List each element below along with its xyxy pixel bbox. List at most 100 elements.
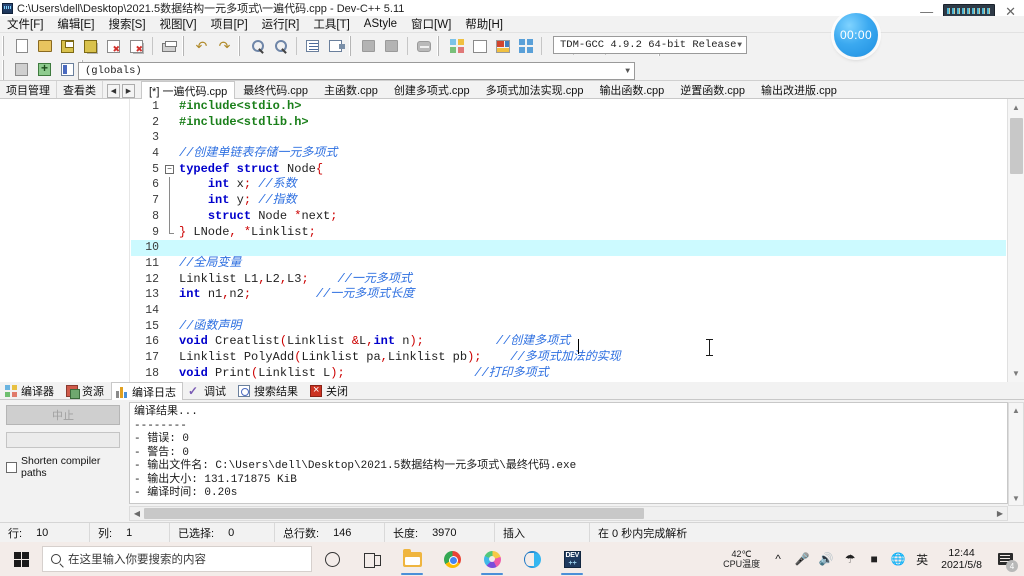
bookmark-button[interactable] [325,36,346,57]
scroll-left-icon[interactable]: ◀ [130,507,144,520]
taskbar-search-input[interactable]: 在这里输入你要搜索的内容 [42,546,312,572]
fold-column[interactable]: − [163,162,175,178]
battery-icon[interactable]: ■ [863,542,885,576]
menu-project[interactable]: 项目[P] [204,16,255,32]
scroll-down-icon[interactable]: ▼ [1008,365,1024,382]
menu-window[interactable]: 窗口[W] [404,16,458,32]
scrollbar-thumb[interactable] [1009,118,1023,174]
editor-tab-0[interactable]: [*] 一遍代码.cpp [141,81,236,99]
toolbar-grip[interactable] [2,36,8,56]
editor-tab-6[interactable]: 逆置函数.cpp [672,81,753,98]
edge-button[interactable] [512,542,552,576]
cortana-button[interactable] [312,542,352,576]
task-view-button[interactable] [352,542,392,576]
close-all-button[interactable] [126,36,147,57]
class-browser-select[interactable]: (globals) ▼ [78,62,635,80]
code-line[interactable]: 4 //创建单链表存储一元多项式 [131,146,1006,162]
compile-log-output[interactable]: 编译结果... -------- - 错误: 0 - 警告: 0 - 输出文件名… [129,402,1008,504]
fold-column[interactable] [163,193,175,209]
menu-astyle[interactable]: AStyle [357,18,404,30]
scroll-down-icon[interactable]: ▼ [1009,491,1023,505]
editor-tab-4[interactable]: 多项式加法实现.cpp [478,81,592,98]
start-button[interactable] [0,542,42,576]
log-vertical-scrollbar[interactable]: ▲ ▼ [1008,402,1024,506]
compiler-select[interactable]: TDM-GCC 4.9.2 64-bit Release ▼ [553,36,747,54]
toolbar-grip[interactable] [349,36,355,56]
rebuild-all-button[interactable] [515,36,536,57]
fold-column[interactable] [163,287,175,303]
volume-icon[interactable]: 🔊 [815,542,837,576]
save-all-button[interactable] [80,36,101,57]
log-horizontal-scrollbar[interactable]: ◀ ▶ [129,506,1008,521]
fold-column[interactable] [163,334,175,350]
microphone-icon[interactable]: 🎤 [791,542,813,576]
notification-center-button[interactable]: 4 [990,542,1020,576]
compile-and-run-button[interactable] [492,36,513,57]
editor-tab-2[interactable]: 主函数.cpp [316,81,386,98]
new-project-button[interactable] [11,59,32,80]
code-line[interactable]: 16 void Creatlist(Linklist &L,int n); //创… [131,334,1006,350]
chrome-button[interactable] [432,542,472,576]
close-file-button[interactable] [103,36,124,57]
menu-help[interactable]: 帮助[H] [458,16,510,32]
shorten-paths-row[interactable]: Shorten compiler paths [6,455,122,479]
toggle-breakpoint-button[interactable] [413,36,434,57]
undo-button[interactable]: ↶ [191,36,212,57]
timer-widget[interactable]: 00:00 [834,13,878,57]
fold-column[interactable] [163,319,175,335]
taskbar-clock[interactable]: 12:44 2021/5/8 [935,547,988,571]
code-line[interactable]: 3 [131,130,1006,146]
add-to-project-button[interactable] [34,59,55,80]
log-hscroll-thumb[interactable] [144,508,644,519]
bottom-tab-compile-log[interactable]: 编译日志 [111,382,183,400]
menu-view[interactable]: 视图[V] [153,16,204,32]
menu-edit[interactable]: 编辑[E] [50,16,101,32]
menu-search[interactable]: 搜索[S] [101,16,152,32]
save-file-button[interactable] [57,36,78,57]
scroll-up-icon[interactable]: ▲ [1008,99,1024,116]
editor-vertical-scrollbar[interactable]: ▲ ▼ [1007,99,1024,382]
code-line[interactable]: 7 int y; //指数 [131,193,1006,209]
fold-column[interactable] [163,146,175,162]
toolbar-grip[interactable] [182,36,188,56]
menu-tools[interactable]: 工具[T] [306,16,356,32]
toolbar-grip[interactable] [238,36,244,56]
editor-tab-1[interactable]: 最终代码.cpp [235,81,316,98]
photos-button[interactable] [472,542,512,576]
abort-button[interactable]: 中止 [6,405,120,425]
fold-column[interactable] [163,130,175,146]
menu-run[interactable]: 运行[R] [255,16,307,32]
remove-from-project-button[interactable] [57,59,78,80]
panel-tab-project-manager[interactable]: 项目管理 [0,81,57,98]
bottom-tab-resources[interactable]: 资源 [61,382,111,399]
scroll-right-icon[interactable]: ▶ [993,507,1007,520]
chevron-up-icon[interactable]: ^ [767,542,789,576]
security-icon[interactable]: ☂ [839,542,861,576]
replace-button[interactable] [270,36,291,57]
file-explorer-button[interactable] [392,542,432,576]
fold-column[interactable] [163,224,175,241]
code-line[interactable]: 8 struct Node *next; [131,208,1006,225]
project-manager-panel[interactable] [0,99,130,382]
menu-file[interactable]: 文件[F] [0,16,50,32]
code-line[interactable]: 11 //全局变量 [131,256,1006,272]
code-line[interactable]: 9} LNode, *Linklist; [131,224,1006,241]
code-line[interactable]: 2 #include<stdlib.h> [131,115,1006,131]
fold-column[interactable] [163,99,175,115]
toolbar-grip[interactable] [2,59,8,80]
editor-tab-3[interactable]: 创建多项式.cpp [386,81,478,98]
next-bookmark-button[interactable] [381,36,402,57]
code-line[interactable]: 13 int n1,n2; //一元多项式长度 [131,287,1006,303]
network-icon[interactable]: 🌐 [887,542,909,576]
print-button[interactable] [158,36,179,57]
bottom-tab-close[interactable]: 关闭 [305,382,355,399]
redo-button[interactable]: ↷ [214,36,235,57]
code-editor[interactable]: 1 #include<stdio.h> 2 #include<stdlib.h> 3 4 /… [131,99,1006,382]
code-line[interactable]: 15 //函数声明 [131,319,1006,335]
bottom-tab-search-results[interactable]: 搜索结果 [233,382,305,399]
ime-indicator[interactable]: 英 [911,542,933,576]
fold-column[interactable] [163,177,175,194]
fold-column[interactable] [163,256,175,272]
tab-scroll-left-button[interactable]: ◀ [107,84,120,98]
code-line[interactable]: 18 void Print(Linklist L); //打印多项式 [131,366,1006,382]
